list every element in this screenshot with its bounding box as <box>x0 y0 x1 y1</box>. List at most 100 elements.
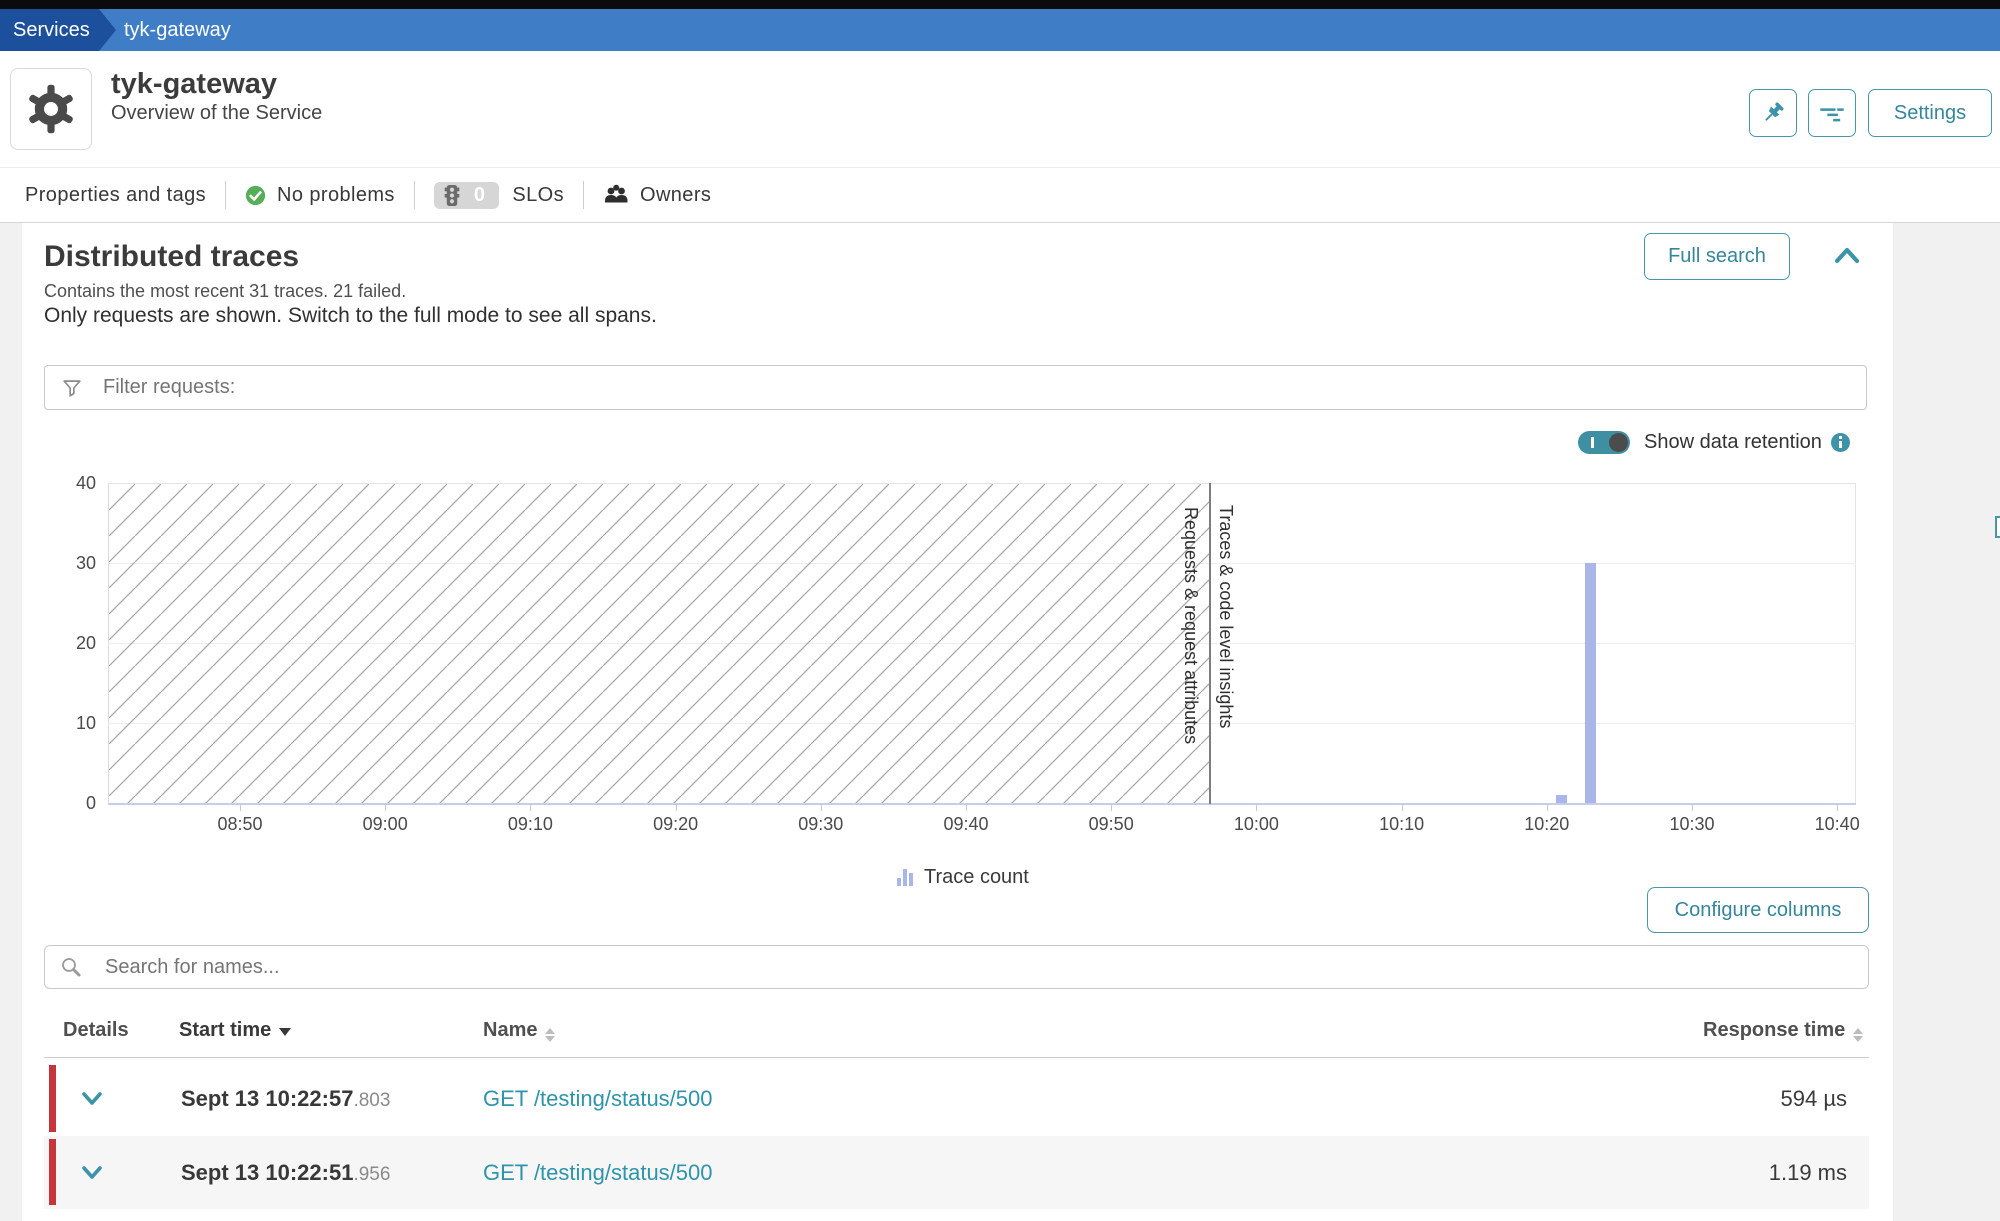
trace-response-time: 1.19 ms <box>1769 1160 1847 1186</box>
tab-properties-label: Properties and tags <box>25 184 206 207</box>
settings-button[interactable]: Settings <box>1868 89 1992 137</box>
configure-columns-button[interactable]: Configure columns <box>1647 887 1869 933</box>
gear-icon <box>24 82 78 136</box>
retention-boundary-line <box>1209 483 1211 804</box>
os-top-strip <box>0 0 2000 9</box>
x-tick-mark <box>1837 804 1838 811</box>
x-tick-mark <box>1692 804 1693 811</box>
trace-row[interactable]: Sept 13 10:22:51.956 GET /testing/status… <box>44 1136 1869 1209</box>
expand-chevron-icon[interactable] <box>79 1090 105 1108</box>
filter-input[interactable]: Filter requests: <box>44 365 1867 410</box>
full-search-label: Full search <box>1668 245 1766 268</box>
waterfall-icon <box>1818 99 1846 127</box>
sort-desc-icon <box>279 1028 291 1036</box>
chart-legend[interactable]: Trace count <box>897 863 1029 886</box>
x-tick-mark <box>1402 804 1403 811</box>
breadcrumb-services-label: Services <box>13 19 90 42</box>
y-tick-label: 20 <box>36 633 96 654</box>
trace-response-time: 594 µs <box>1781 1086 1848 1112</box>
retention-label-left: Requests & request attributes <box>1180 507 1201 744</box>
x-tick-label: 09:30 <box>776 814 866 835</box>
tab-separator <box>225 181 226 209</box>
pin-icon <box>1760 100 1786 126</box>
col-header-response-time[interactable]: Response time <box>1703 1019 1863 1042</box>
info-icon[interactable] <box>1831 433 1850 452</box>
tab-slos-label: SLOs <box>512 184 564 207</box>
waterfall-analysis-button[interactable] <box>1808 89 1856 137</box>
x-tick-mark <box>1256 804 1257 811</box>
x-tick-mark <box>240 804 241 811</box>
page-title: tyk-gateway <box>111 68 277 101</box>
clipped-side-panel-fragment <box>1995 516 2000 538</box>
tab-problems[interactable]: No problems <box>245 184 395 207</box>
filter-funnel-icon <box>61 377 83 399</box>
x-tick-label: 10:10 <box>1357 814 1447 835</box>
sort-toggle-icon <box>545 1028 555 1042</box>
x-tick-mark <box>1111 804 1112 811</box>
x-tick-mark <box>1547 804 1548 811</box>
sort-toggle-icon <box>1853 1028 1863 1042</box>
table-header-divider <box>44 1057 1869 1058</box>
page-subtitle: Overview of the Service <box>111 102 322 125</box>
x-tick-label: 08:50 <box>195 814 285 835</box>
pin-button[interactable] <box>1749 89 1797 137</box>
service-icon-box <box>10 68 92 150</box>
toggle-on-mark <box>1591 437 1594 448</box>
section-mode-note: Only requests are shown. Switch to the f… <box>44 304 657 328</box>
page: Services tyk-gateway tyk-gateway Overvie… <box>0 0 2000 1221</box>
traffic-light-icon <box>444 184 460 207</box>
x-tick-mark <box>821 804 822 811</box>
trace-count-bar[interactable] <box>1556 795 1567 803</box>
y-tick-label: 40 <box>36 473 96 494</box>
x-tick-mark <box>966 804 967 811</box>
search-icon <box>59 955 83 979</box>
tab-separator <box>583 181 584 209</box>
trace-row[interactable]: Sept 13 10:22:57.803 GET /testing/status… <box>44 1062 1869 1136</box>
tab-owners[interactable]: Owners <box>603 184 711 207</box>
show-data-retention-row: Show data retention <box>1578 430 1850 454</box>
right-gutter <box>1893 223 2000 1221</box>
col-header-details: Details <box>63 1019 129 1042</box>
breadcrumb-current[interactable]: tyk-gateway <box>124 9 231 51</box>
tab-slos[interactable]: 0 SLOs <box>434 182 564 209</box>
trace-name-link[interactable]: GET /testing/status/500 <box>483 1160 713 1186</box>
search-placeholder: Search for names... <box>105 956 280 979</box>
search-input[interactable]: Search for names... <box>44 945 1869 989</box>
col-header-name[interactable]: Name <box>483 1019 555 1042</box>
slo-count: 0 <box>474 184 486 207</box>
y-tick-label: 10 <box>36 713 96 734</box>
data-retention-hatched-region <box>109 484 1209 803</box>
error-severity-bar <box>49 1065 56 1132</box>
trace-count-bar[interactable] <box>1585 563 1596 803</box>
collapse-chevron-icon[interactable] <box>1832 244 1862 268</box>
x-tick-label: 10:40 <box>1792 814 1882 835</box>
section-title: Distributed traces <box>44 240 299 274</box>
x-tick-label: 09:10 <box>485 814 575 835</box>
col-header-start-time[interactable]: Start time <box>179 1019 291 1042</box>
x-tick-label: 10:30 <box>1647 814 1737 835</box>
breadcrumb-current-label: tyk-gateway <box>124 19 231 42</box>
owners-icon <box>603 184 630 206</box>
trace-start-time: Sept 13 10:22:51.956 <box>181 1160 390 1186</box>
tab-properties-and-tags[interactable]: Properties and tags <box>25 184 206 207</box>
filter-placeholder: Filter requests: <box>103 376 235 399</box>
x-tick-mark <box>385 804 386 811</box>
x-tick-label: 09:20 <box>631 814 721 835</box>
expand-chevron-icon[interactable] <box>79 1164 105 1182</box>
trace-name-link[interactable]: GET /testing/status/500 <box>483 1086 713 1112</box>
x-tick-label: 10:00 <box>1211 814 1301 835</box>
error-severity-bar <box>49 1139 56 1205</box>
legend-label: Trace count <box>924 866 1029 889</box>
tab-problems-label: No problems <box>277 184 395 207</box>
show-data-retention-toggle[interactable] <box>1578 431 1630 454</box>
x-tick-label: 09:00 <box>340 814 430 835</box>
breadcrumb-services[interactable]: Services <box>0 9 116 51</box>
breadcrumb: Services tyk-gateway <box>0 9 2000 51</box>
full-search-button[interactable]: Full search <box>1644 233 1790 280</box>
section-summary: Contains the most recent 31 traces. 21 f… <box>44 281 406 302</box>
settings-button-label: Settings <box>1894 102 1966 125</box>
legend-bars-icon <box>897 869 913 886</box>
retention-label-right: Traces & code level insights <box>1215 505 1236 728</box>
tab-bar: Properties and tags No problems <box>0 167 2000 223</box>
slo-badge: 0 <box>434 182 500 209</box>
